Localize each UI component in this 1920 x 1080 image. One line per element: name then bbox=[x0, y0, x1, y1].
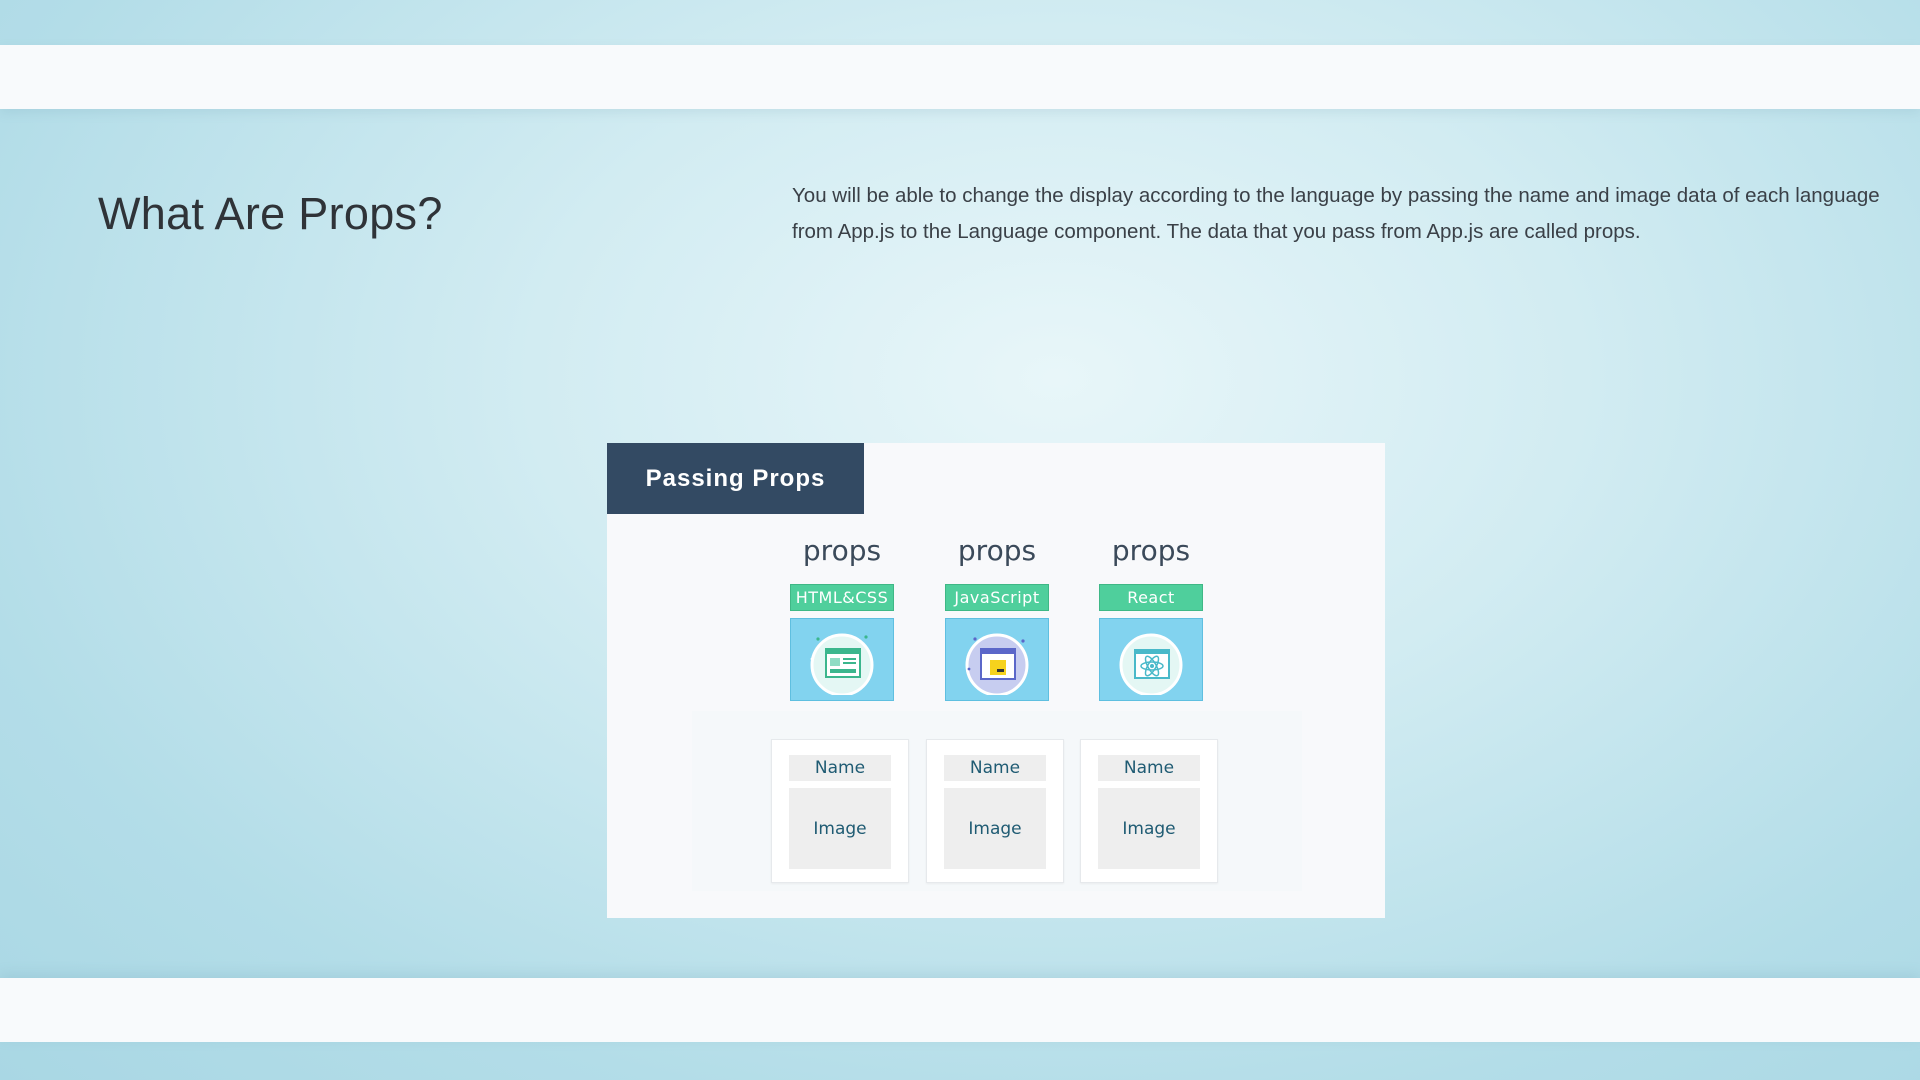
language-badge: React bbox=[1099, 584, 1203, 611]
props-label: props bbox=[802, 534, 882, 567]
card-image-field: Image bbox=[1098, 788, 1200, 869]
props-label: props bbox=[957, 534, 1037, 567]
section-title: What Are Props? bbox=[98, 188, 443, 239]
props-column-javascript: props JavaScript bbox=[945, 531, 1049, 701]
passing-props-diagram: Passing Props props HTML&CSS props JavaS… bbox=[607, 443, 1385, 918]
html-css-icon bbox=[790, 618, 894, 701]
react-icon bbox=[1099, 618, 1203, 701]
card-name-field: Name bbox=[789, 755, 891, 781]
card-image-field: Image bbox=[944, 788, 1046, 869]
diagram-tab-label: Passing Props bbox=[607, 443, 864, 514]
card-image-field: Image bbox=[789, 788, 891, 869]
card-name-field: Name bbox=[944, 755, 1046, 781]
language-card-react: Name Image bbox=[1080, 739, 1218, 883]
props-column-html-css: props HTML&CSS bbox=[790, 531, 894, 701]
card-name-field: Name bbox=[1098, 755, 1200, 781]
bottom-bar bbox=[0, 978, 1920, 1042]
section-description: You will be able to change the display a… bbox=[792, 184, 1880, 243]
language-badge: HTML&CSS bbox=[790, 584, 894, 611]
props-column-react: props React bbox=[1099, 531, 1203, 701]
props-label: props bbox=[1111, 534, 1191, 567]
language-badge: JavaScript bbox=[945, 584, 1049, 611]
language-card-html-css: Name Image bbox=[771, 739, 909, 883]
top-bar bbox=[0, 45, 1920, 109]
javascript-icon bbox=[945, 618, 1049, 701]
language-card-javascript: Name Image bbox=[926, 739, 1064, 883]
